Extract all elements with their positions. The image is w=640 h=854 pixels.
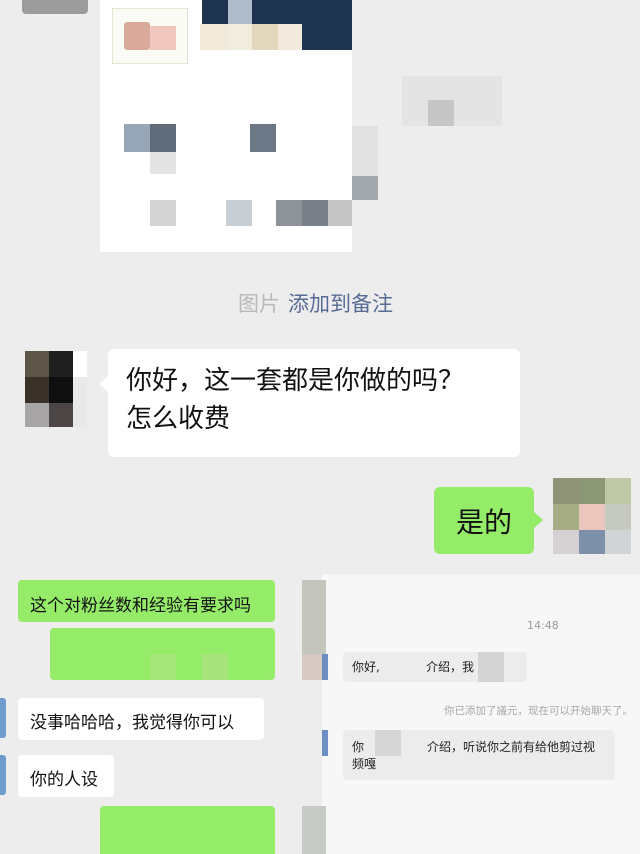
screenshot-white-text-1: 没事哈哈哈，我觉得你可以 bbox=[30, 713, 234, 733]
screenshot-green-text: 这个对粉丝数和经验有要求吗 bbox=[30, 596, 251, 616]
avatar-tile bbox=[49, 403, 73, 427]
incoming-message-line-2: 怎么收费 bbox=[126, 404, 231, 434]
screenshot-right-blur-tile bbox=[302, 806, 326, 854]
system-note-prefix: 图片 bbox=[238, 292, 280, 316]
blurred-side-box-dot bbox=[428, 100, 454, 126]
card-tile bbox=[150, 152, 176, 174]
incoming-message-bubble[interactable]: 你好，这一套都是你做的吗？ 怎么收费 bbox=[99, 349, 520, 457]
avatar-tile bbox=[605, 504, 631, 530]
outgoing-message-text: 是的 bbox=[455, 505, 512, 539]
system-note: 图片 添加到备注 bbox=[238, 288, 393, 318]
card-tile bbox=[278, 24, 302, 50]
incoming-message-line-1: 你好，这一套都是你做的吗？ bbox=[126, 366, 465, 396]
avatar-tile bbox=[73, 403, 87, 427]
card-photo-face bbox=[124, 22, 150, 50]
avatar-tile bbox=[605, 478, 631, 504]
card-tile bbox=[276, 200, 302, 226]
avatar-tile bbox=[553, 478, 579, 504]
avatar-tile bbox=[553, 530, 579, 554]
screenshot-green-bubble-bottom bbox=[100, 806, 275, 854]
avatar-top-partial[interactable] bbox=[22, 0, 88, 14]
avatar-tile bbox=[73, 377, 87, 403]
card-photo-face-2 bbox=[150, 26, 176, 50]
screenshot-right-avatar-1 bbox=[322, 654, 328, 680]
blur-tile bbox=[150, 654, 176, 680]
screenshot-right-bubble-2-prefix: 你 bbox=[352, 740, 365, 754]
add-to-remark-link[interactable]: 添加到备注 bbox=[288, 292, 393, 316]
screenshot-timestamp: 14:48 bbox=[527, 619, 559, 632]
avatar-tile bbox=[605, 530, 631, 554]
avatar-tile bbox=[579, 478, 605, 504]
screenshot-right-bubble-1-prefix: 你好, bbox=[352, 660, 380, 674]
blurred-side-strip bbox=[352, 126, 378, 176]
avatar-incoming[interactable] bbox=[25, 351, 87, 427]
blurred-side-strip-2 bbox=[352, 176, 378, 200]
screenshot-white-bubble-1: 没事哈哈哈，我觉得你可以 bbox=[18, 698, 264, 740]
card-tile bbox=[226, 200, 252, 226]
avatar-tile bbox=[579, 504, 605, 530]
screenshot-green-bubble: 这个对粉丝数和经验有要求吗 bbox=[18, 580, 275, 622]
blur-tile bbox=[478, 652, 504, 682]
outgoing-message-bubble[interactable]: 是的 bbox=[434, 487, 543, 554]
screenshot-left-avatar bbox=[0, 698, 6, 738]
screenshot-white-bubble-2: 你的人设 bbox=[18, 755, 114, 797]
avatar-tile bbox=[25, 403, 49, 427]
avatar-self[interactable] bbox=[553, 478, 631, 554]
avatar-tile bbox=[579, 530, 605, 554]
card-tile bbox=[200, 24, 226, 50]
screenshot-white-text-2: 你的人设 bbox=[30, 770, 98, 790]
screenshot-right-system-note: 你已添加了議元，现在可以开始聊天了。 bbox=[444, 705, 633, 717]
screenshot-right-bubble-2-line2: 频嘎 bbox=[352, 757, 377, 771]
blur-tile bbox=[375, 730, 401, 756]
screenshot-right-bubble-2-suffix: 介绍，听说你之前有给他剪过视 bbox=[427, 740, 596, 754]
card-tile bbox=[150, 200, 176, 226]
blur-tile bbox=[202, 654, 228, 680]
card-tile bbox=[124, 124, 150, 152]
screenshot-right-bubble-1-suffix: 介绍，我 bbox=[426, 660, 475, 674]
avatar-tile bbox=[25, 377, 49, 403]
avatar-tile bbox=[49, 351, 73, 377]
avatar-tile bbox=[49, 377, 73, 403]
card-tile bbox=[302, 200, 328, 226]
screenshot-left-avatar-2 bbox=[0, 755, 6, 795]
card-tile bbox=[328, 200, 352, 226]
card-tile bbox=[250, 124, 276, 152]
avatar-tile bbox=[553, 504, 579, 530]
card-tile bbox=[252, 24, 278, 50]
avatar-tile bbox=[73, 351, 87, 377]
shared-image-card[interactable] bbox=[100, 0, 378, 252]
screenshot-right-blur-column bbox=[302, 580, 326, 654]
card-tile bbox=[150, 124, 176, 152]
card-tile bbox=[226, 24, 252, 50]
avatar-tile bbox=[25, 351, 49, 377]
card-header-block-2 bbox=[228, 0, 252, 24]
screenshot-right-avatar-2 bbox=[322, 730, 328, 756]
